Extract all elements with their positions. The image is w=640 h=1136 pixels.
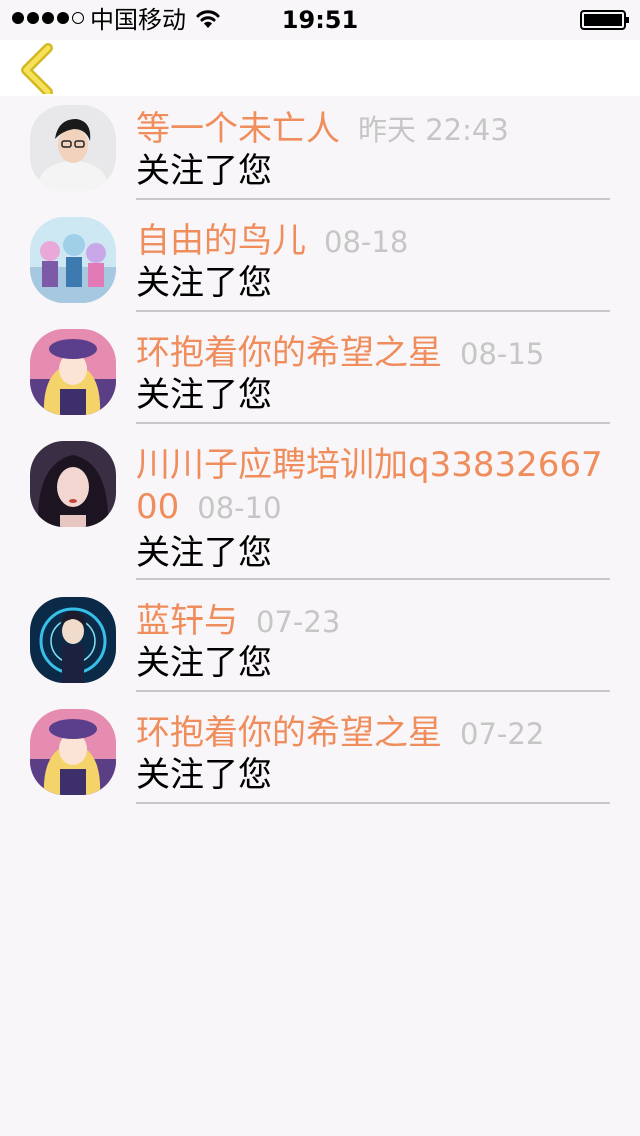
avatar[interactable] bbox=[30, 709, 116, 795]
notification-action: 关注了您 bbox=[136, 263, 272, 303]
divider bbox=[136, 310, 610, 312]
user-name[interactable]: 蓝轩与 bbox=[136, 601, 238, 641]
user-name[interactable]: 环抱着你的希望之星 bbox=[136, 333, 442, 373]
notification-action: 关注了您 bbox=[136, 643, 272, 683]
notification-time: 08-10 bbox=[197, 491, 282, 525]
user-name[interactable]: 环抱着你的希望之星 bbox=[136, 713, 442, 753]
notification-item[interactable]: 蓝轩与 07-23 关注了您 bbox=[0, 588, 640, 692]
notification-time: 08-15 bbox=[460, 337, 545, 371]
chevron-left-icon bbox=[21, 43, 53, 97]
notification-time: 昨天 22:43 bbox=[358, 113, 509, 147]
divider bbox=[136, 578, 610, 580]
notification-item[interactable]: 川川子应聘培训加q3383266700 08-10 关注了您 bbox=[0, 432, 640, 580]
divider bbox=[136, 802, 610, 804]
notification-time: 07-22 bbox=[460, 717, 545, 751]
user-name[interactable]: 等一个未亡人 bbox=[136, 109, 340, 149]
status-bar: 中国移动 19:51 bbox=[0, 0, 640, 40]
notification-time: 07-23 bbox=[256, 605, 341, 639]
status-time: 19:51 bbox=[281, 6, 359, 34]
navigation-bar bbox=[0, 40, 640, 97]
divider bbox=[136, 422, 610, 424]
divider bbox=[136, 690, 610, 692]
notification-action: 关注了您 bbox=[136, 151, 272, 191]
avatar[interactable] bbox=[30, 441, 116, 527]
notification-item[interactable]: 环抱着你的希望之星 08-15 关注了您 bbox=[0, 320, 640, 424]
avatar[interactable] bbox=[30, 329, 116, 415]
notification-item[interactable]: 等一个未亡人 昨天 22:43 关注了您 bbox=[0, 96, 640, 200]
notification-time: 08-18 bbox=[324, 225, 409, 259]
back-button[interactable] bbox=[12, 42, 68, 97]
notification-action: 关注了您 bbox=[136, 533, 272, 573]
divider bbox=[136, 198, 610, 200]
user-name[interactable]: 自由的鸟儿 bbox=[136, 221, 306, 261]
notification-item[interactable]: 自由的鸟儿 08-18 关注了您 bbox=[0, 208, 640, 312]
battery-icon bbox=[580, 10, 629, 30]
avatar[interactable] bbox=[30, 105, 116, 191]
avatar[interactable] bbox=[30, 597, 116, 683]
notification-action: 关注了您 bbox=[136, 375, 272, 415]
notification-item[interactable]: 环抱着你的希望之星 07-22 关注了您 bbox=[0, 700, 640, 804]
avatar[interactable] bbox=[30, 217, 116, 303]
notification-action: 关注了您 bbox=[136, 755, 272, 795]
